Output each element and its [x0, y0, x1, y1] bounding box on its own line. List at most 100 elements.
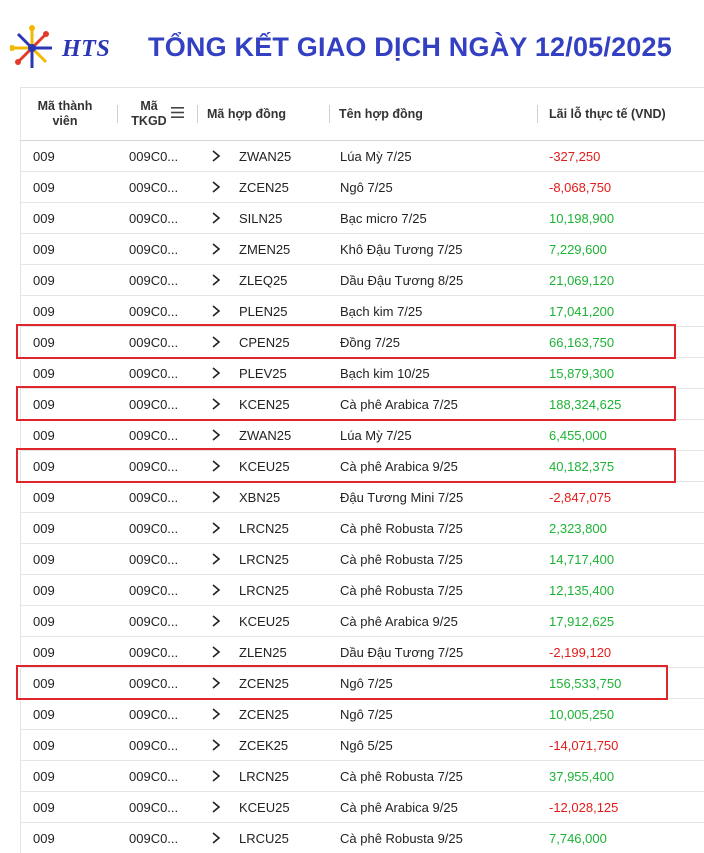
- table-row[interactable]: 009 009C0... ZCEN25 Ngô 7/25 156,533,750: [21, 668, 704, 699]
- table-row[interactable]: 009 009C0... ZWAN25 Lúa Mỳ 7/25 6,455,000: [21, 420, 704, 451]
- contract-name: Ngô 5/25: [340, 738, 393, 753]
- column-separator[interactable]: [117, 105, 118, 123]
- member-code: 009: [33, 521, 55, 536]
- contract-name: Khô Đậu Tương 7/25: [340, 242, 463, 257]
- table-row[interactable]: 009 009C0... ZMEN25 Khô Đậu Tương 7/25 7,229…: [21, 234, 704, 265]
- table-row[interactable]: 009 009C0... KCEN25 Cà phê Arabica 7/25 188,…: [21, 389, 704, 420]
- table-row[interactable]: 009 009C0... ZLEN25 Dầu Đậu Tương 7/25 -2,19…: [21, 637, 704, 668]
- contract-code: ZLEQ25: [239, 273, 288, 288]
- chevron-right-icon[interactable]: [211, 397, 221, 411]
- chevron-right-icon[interactable]: [211, 304, 221, 318]
- contract-code: ZCEN25: [239, 180, 289, 195]
- hts-logo: HTS: [10, 22, 120, 74]
- pnl-value: 10,005,250: [549, 707, 615, 722]
- contract-code: PLEN25: [239, 304, 288, 319]
- chevron-right-icon[interactable]: [211, 366, 221, 380]
- member-code: 009: [33, 614, 55, 629]
- chevron-right-icon[interactable]: [211, 831, 221, 845]
- member-code: 009: [33, 707, 55, 722]
- member-code: 009: [33, 583, 55, 598]
- account-code: 009C0...: [129, 490, 179, 505]
- account-code: 009C0...: [129, 335, 179, 350]
- contract-name: Cà phê Arabica 9/25: [340, 614, 458, 629]
- column-header-member[interactable]: Mã thành viên: [29, 99, 101, 129]
- table-row[interactable]: 009 009C0... LRCN25 Cà phê Robusta 7/25 2,32…: [21, 513, 704, 544]
- member-code: 009: [33, 304, 55, 319]
- column-header-contract-name[interactable]: Tên hợp đồng: [339, 107, 423, 122]
- contract-name: Bạch kim 10/25: [340, 366, 430, 381]
- chevron-right-icon[interactable]: [211, 552, 221, 566]
- chevron-right-icon[interactable]: [211, 583, 221, 597]
- table-row[interactable]: 009 009C0... ZCEN25 Ngô 7/25 -8,068,750: [21, 172, 704, 203]
- table-row[interactable]: 009 009C0... SILN25 Bạc micro 7/25 10,198,90…: [21, 203, 704, 234]
- chevron-right-icon[interactable]: [211, 273, 221, 287]
- pnl-value: 7,746,000: [549, 831, 607, 846]
- member-code: 009: [33, 831, 55, 846]
- table-row[interactable]: 009 009C0... LRCN25 Cà phê Robusta 7/25 12,1…: [21, 575, 704, 606]
- column-menu-icon[interactable]: [171, 107, 184, 118]
- table-row[interactable]: 009 009C0... ZWAN25 Lúa Mỳ 7/25 -327,250: [21, 141, 704, 172]
- contract-name: Dầu Đậu Tương 7/25: [340, 645, 464, 660]
- table-row[interactable]: 009 009C0... LRCN25 Cà phê Robusta 7/25 37,9…: [21, 761, 704, 792]
- table-row[interactable]: 009 009C0... LRCN25 Cà phê Robusta 7/25 14,7…: [21, 544, 704, 575]
- contract-code: ZCEN25: [239, 707, 289, 722]
- contract-name: Cà phê Arabica 7/25: [340, 397, 458, 412]
- chevron-right-icon[interactable]: [211, 707, 221, 721]
- chevron-right-icon[interactable]: [211, 211, 221, 225]
- chevron-right-icon[interactable]: [211, 521, 221, 535]
- pnl-value: -12,028,125: [549, 800, 619, 815]
- contract-code: ZCEK25: [239, 738, 289, 753]
- chevron-right-icon[interactable]: [211, 676, 221, 690]
- contract-code: KCEU25: [239, 614, 290, 629]
- table-row[interactable]: 009 009C0... KCEU25 Cà phê Arabica 9/25 -12,…: [21, 792, 704, 823]
- contract-name: Ngô 7/25: [340, 676, 393, 691]
- chevron-right-icon[interactable]: [211, 490, 221, 504]
- chevron-right-icon[interactable]: [211, 459, 221, 473]
- table-row[interactable]: 009 009C0... ZCEN25 Ngô 7/25 10,005,250: [21, 699, 704, 730]
- column-header-tkgd[interactable]: Mã TKGD: [119, 99, 179, 129]
- member-code: 009: [33, 769, 55, 784]
- pnl-value: 12,135,400: [549, 583, 615, 598]
- table-row[interactable]: 009 009C0... PLEV25 Bạch kim 10/25 15,879,30…: [21, 358, 704, 389]
- table-row[interactable]: 009 009C0... ZCEK25 Ngô 5/25 -14,071,750: [21, 730, 704, 761]
- pnl-value: 6,455,000: [549, 428, 607, 443]
- chevron-right-icon[interactable]: [211, 645, 221, 659]
- chevron-right-icon[interactable]: [211, 800, 221, 814]
- table-row[interactable]: 009 009C0... KCEU25 Cà phê Arabica 9/25 40,1…: [21, 451, 704, 482]
- member-code: 009: [33, 676, 55, 691]
- chevron-right-icon[interactable]: [211, 149, 221, 163]
- contract-name: Đồng 7/25: [340, 335, 400, 350]
- pnl-value: 10,198,900: [549, 211, 615, 226]
- pnl-value: -14,071,750: [549, 738, 619, 753]
- table-row[interactable]: 009 009C0... KCEU25 Cà phê Arabica 9/25 17,9…: [21, 606, 704, 637]
- pnl-value: 21,069,120: [549, 273, 615, 288]
- column-separator[interactable]: [197, 105, 198, 123]
- member-code: 009: [33, 645, 55, 660]
- chevron-right-icon[interactable]: [211, 769, 221, 783]
- contract-code: PLEV25: [239, 366, 287, 381]
- table-row[interactable]: 009 009C0... ZLEQ25 Dầu Đậu Tương 8/25 21,06…: [21, 265, 704, 296]
- pnl-value: 17,912,625: [549, 614, 615, 629]
- chevron-right-icon[interactable]: [211, 738, 221, 752]
- column-header-contract-code[interactable]: Mã hợp đồng: [207, 107, 286, 122]
- table-row[interactable]: 009 009C0... XBN25 Đậu Tương Mini 7/25 -2,84…: [21, 482, 704, 513]
- contract-code: ZCEN25: [239, 676, 289, 691]
- column-separator[interactable]: [537, 105, 538, 123]
- chevron-right-icon[interactable]: [211, 242, 221, 256]
- contract-code: LRCU25: [239, 831, 289, 846]
- column-header-pnl[interactable]: Lãi lỗ thực tế (VND): [549, 107, 666, 122]
- chevron-right-icon[interactable]: [211, 335, 221, 349]
- table-row[interactable]: 009 009C0... LRCU25 Cà phê Robusta 9/25 7,74…: [21, 823, 704, 853]
- table-row[interactable]: 009 009C0... CPEN25 Đồng 7/25 66,163,750: [21, 327, 704, 358]
- table-row[interactable]: 009 009C0... PLEN25 Bạch kim 7/25 17,041,200: [21, 296, 704, 327]
- chevron-right-icon[interactable]: [211, 614, 221, 628]
- contract-name: Ngô 7/25: [340, 707, 393, 722]
- pnl-value: 156,533,750: [549, 676, 622, 691]
- contract-code: KCEN25: [239, 397, 290, 412]
- chevron-right-icon[interactable]: [211, 428, 221, 442]
- column-header-member-line2: viên: [52, 114, 78, 128]
- contract-code: ZWAN25: [239, 428, 292, 443]
- account-code: 009C0...: [129, 645, 179, 660]
- chevron-right-icon[interactable]: [211, 180, 221, 194]
- column-separator[interactable]: [329, 105, 330, 123]
